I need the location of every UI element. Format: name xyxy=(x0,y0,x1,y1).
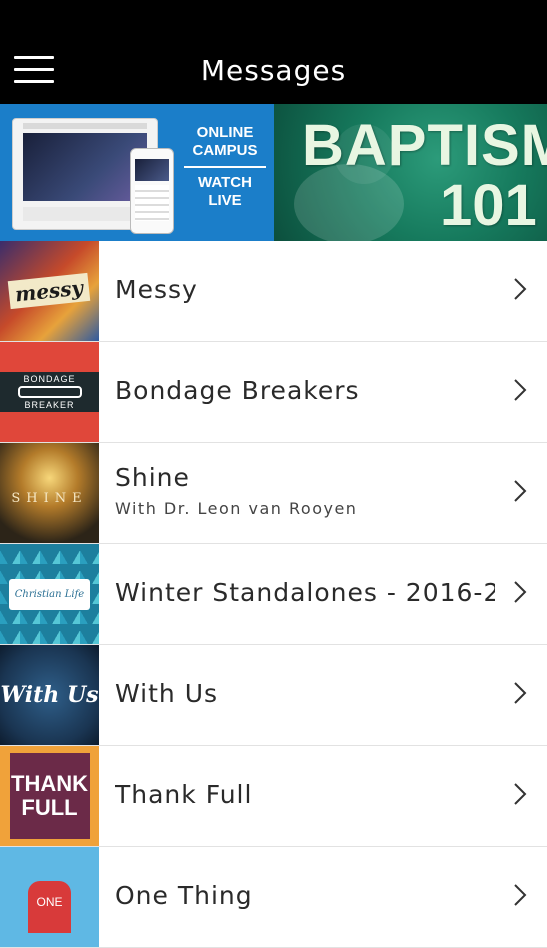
list-item-title: Bondage Breakers xyxy=(115,376,360,405)
live-label: LIVE xyxy=(208,192,242,209)
thumbnail-text: With Us xyxy=(0,682,99,708)
thumbnail-text: SHINE xyxy=(11,490,88,506)
banner-row: ONLINE CAMPUS WATCH LIVE BAPTISM 101 xyxy=(0,104,547,241)
page-title: Messages xyxy=(200,54,347,87)
list-item-subtitle: With Dr. Leon van Rooyen xyxy=(115,499,358,518)
chevron-right-icon xyxy=(514,379,527,401)
thumbnail-text-bottom: BREAKER xyxy=(24,400,75,410)
list-item-title: Winter Standalones - 2016-2 xyxy=(115,578,495,607)
chevron-right-icon xyxy=(514,682,527,704)
campus-label: CAMPUS xyxy=(192,142,258,159)
list-item-title: Thank Full xyxy=(115,780,253,809)
thumbnail-text: messy xyxy=(8,272,91,310)
top-app-bar: Messages xyxy=(0,0,547,104)
chevron-right-icon xyxy=(514,884,527,906)
winter-standalones-thumbnail: Christian Life xyxy=(0,544,99,644)
messages-list: messy Messy BONDAGE BREAKER Bondage Brea… xyxy=(0,241,547,948)
online-campus-banner[interactable]: ONLINE CAMPUS WATCH LIVE xyxy=(0,104,274,241)
list-item-bondage-breakers[interactable]: BONDAGE BREAKER Bondage Breakers xyxy=(0,342,547,443)
list-item-title: Shine xyxy=(115,463,190,492)
thumbnail-text: ONE xyxy=(28,881,71,933)
messy-thumbnail: messy xyxy=(0,241,99,341)
chevron-right-icon xyxy=(514,581,527,603)
list-item-messy[interactable]: messy Messy xyxy=(0,241,547,342)
one-thing-thumbnail: ONE xyxy=(0,847,99,947)
thumbnail-text-top: BONDAGE xyxy=(23,374,76,384)
chevron-right-icon xyxy=(514,783,527,805)
thumbnail-text: THANK FULL xyxy=(9,753,90,839)
list-item-title: One Thing xyxy=(115,881,253,910)
list-item-winter-standalones[interactable]: Christian Life Winter Standalones - 2016… xyxy=(0,544,547,645)
online-label: ONLINE xyxy=(196,124,254,141)
with-us-thumbnail: With Us xyxy=(0,645,99,745)
list-item-with-us[interactable]: With Us With Us xyxy=(0,645,547,746)
shine-thumbnail: SHINE xyxy=(0,443,99,543)
baptism-101-banner[interactable]: BAPTISM 101 xyxy=(274,104,547,241)
thumbnail-text: Christian Life xyxy=(8,578,91,610)
list-item-title: With Us xyxy=(115,679,219,708)
chevron-right-icon xyxy=(514,278,527,300)
baptism-title: BAPTISM xyxy=(302,113,547,178)
thank-full-thumbnail: THANK FULL xyxy=(0,746,99,846)
bondage-breakers-thumbnail: BONDAGE BREAKER xyxy=(0,342,99,442)
chevron-right-icon xyxy=(514,480,527,502)
list-item-title: Messy xyxy=(115,275,198,304)
phone-image xyxy=(130,148,174,234)
list-item-shine[interactable]: SHINE Shine With Dr. Leon van Rooyen xyxy=(0,443,547,544)
watch-label: WATCH xyxy=(198,174,252,191)
list-item-one-thing[interactable]: ONE One Thing xyxy=(0,847,547,948)
online-campus-text: ONLINE CAMPUS WATCH LIVE xyxy=(180,124,270,210)
baptism-number: 101 xyxy=(440,173,537,238)
list-item-thank-full[interactable]: THANK FULL Thank Full xyxy=(0,746,547,847)
